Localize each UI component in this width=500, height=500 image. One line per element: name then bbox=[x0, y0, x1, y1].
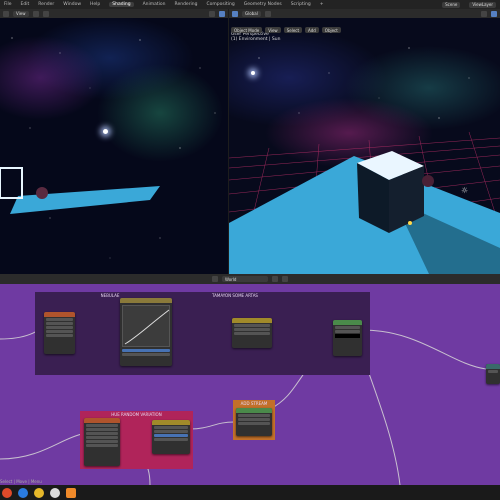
menu-item[interactable]: Scripting bbox=[291, 2, 311, 7]
menu-item[interactable]: Shading bbox=[109, 2, 134, 7]
status-text: Select | Move | Menu bbox=[0, 479, 42, 484]
star-light bbox=[103, 129, 108, 134]
overlay-icon[interactable] bbox=[481, 10, 487, 17]
right-3d-viewport[interactable]: User Perspective (1) Environment | Sun O… bbox=[229, 18, 500, 274]
right-scene-graphic bbox=[229, 47, 500, 274]
menu-item[interactable]: + bbox=[320, 2, 324, 7]
node-editor-header: World bbox=[0, 274, 500, 284]
menu-item[interactable]: Animation bbox=[143, 2, 166, 7]
star-light bbox=[251, 71, 255, 75]
view-layer-select[interactable]: ViewLayer bbox=[469, 1, 496, 8]
editor-type-icon[interactable] bbox=[3, 10, 9, 17]
scene-select[interactable]: Scene bbox=[442, 1, 461, 8]
frame-nebulae[interactable]: NEBULAE TAMAYON SOME ARTAS bbox=[35, 292, 370, 375]
fake-user-icon[interactable] bbox=[272, 276, 278, 282]
node-background[interactable] bbox=[333, 320, 362, 356]
close-icon[interactable] bbox=[282, 276, 288, 282]
settings-icon[interactable] bbox=[50, 487, 60, 498]
node-editor-canvas[interactable]: NEBULAE TAMAYON SOME ARTAS HUE RANDOM VA… bbox=[0, 284, 500, 485]
node-mix[interactable] bbox=[232, 318, 272, 348]
transform-orientation-select[interactable]: Global bbox=[242, 10, 261, 17]
move-icon[interactable] bbox=[42, 10, 49, 17]
menu-item[interactable]: File bbox=[4, 2, 12, 7]
world-icon[interactable] bbox=[212, 276, 218, 282]
menu-item[interactable]: Geometry Nodes bbox=[244, 2, 282, 7]
top-menu-bar: File Edit Render Window Help Shading Animation… bbox=[0, 0, 500, 9]
color-swatch[interactable] bbox=[335, 334, 360, 338]
sun-lamp-icon[interactable]: ☼ bbox=[461, 186, 468, 195]
menu-item[interactable]: Edit bbox=[21, 2, 30, 7]
chrome-icon[interactable] bbox=[34, 487, 44, 498]
app-icon-1[interactable] bbox=[2, 487, 12, 498]
shading-solid-icon[interactable] bbox=[209, 10, 215, 17]
editor-type-icon[interactable] bbox=[232, 10, 238, 17]
menu-item[interactable]: Compositing bbox=[207, 2, 235, 7]
app-icon-2[interactable] bbox=[18, 487, 28, 498]
left-scene-graphic bbox=[0, 37, 216, 259]
taskbar bbox=[0, 485, 500, 500]
cursor-icon[interactable] bbox=[32, 10, 39, 17]
menu-item[interactable]: Rendering bbox=[175, 2, 198, 7]
world-select[interactable]: World bbox=[222, 276, 268, 282]
frame-label-add: ADD STREAM bbox=[240, 401, 268, 406]
shading-rendered-icon[interactable] bbox=[491, 10, 497, 17]
node-world-output[interactable] bbox=[486, 364, 500, 384]
menu-item[interactable]: Window bbox=[63, 2, 81, 7]
snap-icon[interactable] bbox=[264, 10, 271, 17]
menu-item[interactable]: Render bbox=[38, 2, 54, 7]
frame-label-main: TAMAYON SOME ARTAS bbox=[212, 293, 258, 298]
shading-rendered-icon[interactable] bbox=[219, 10, 225, 17]
left-3d-viewport[interactable] bbox=[0, 18, 228, 274]
left-viewport-header: View bbox=[0, 9, 228, 18]
node-noise-texture[interactable] bbox=[84, 418, 120, 466]
frame-label-hue: HUE RANDOM VARIATION bbox=[111, 412, 162, 417]
blender-icon[interactable] bbox=[66, 487, 76, 498]
node-texture-coordinate[interactable] bbox=[44, 312, 75, 354]
node-add-shader[interactable] bbox=[236, 408, 272, 436]
right-viewport-header: Global bbox=[229, 9, 500, 18]
node-color-ramp[interactable] bbox=[120, 298, 172, 366]
node-hue-saturation[interactable] bbox=[152, 420, 190, 454]
left-view-menu[interactable]: View bbox=[13, 10, 29, 17]
curve-widget[interactable] bbox=[122, 305, 170, 347]
menu-item[interactable]: Help bbox=[90, 2, 100, 7]
